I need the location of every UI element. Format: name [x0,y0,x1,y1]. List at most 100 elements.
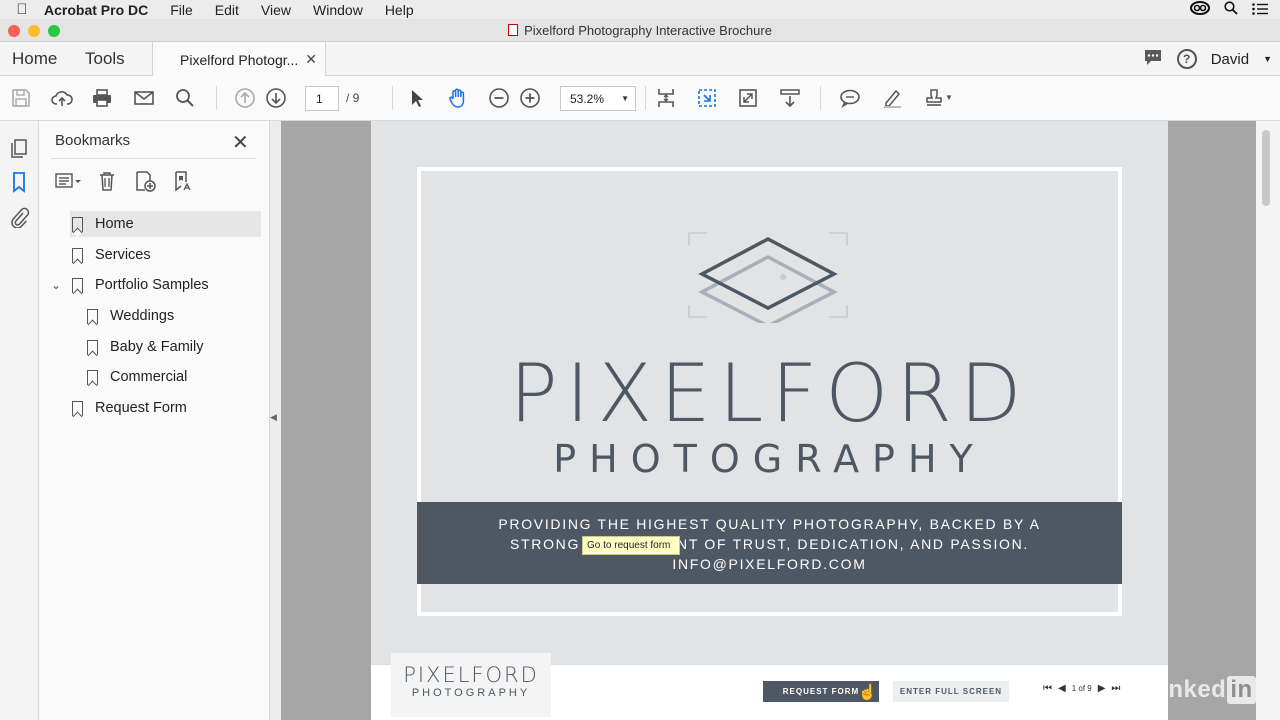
bookmark-label: Portfolio Samples [95,277,209,293]
new-bookmark-icon[interactable] [131,170,159,192]
main-toolbar: ▼ [0,76,1280,121]
last-page-icon[interactable]: ⏭ [1111,683,1120,694]
bookmarks-toolbar [55,170,197,192]
bookmark-label: Home [95,216,134,232]
tab-document[interactable]: Pixelford Photogr... ✕ [152,42,326,76]
watermark-in: in [1227,676,1256,704]
spotlight-search-icon[interactable] [1224,1,1238,18]
bookmark-label: Commercial [110,369,188,385]
menu-window[interactable]: Window [313,2,363,18]
close-panel-icon[interactable]: ✕ [232,130,249,155]
notification-center-icon[interactable] [1252,2,1268,18]
prev-page-icon[interactable]: ◀ [1058,683,1066,694]
footer-logo-name: PIXELFORD [403,663,539,687]
bookmark-label: Request Form [95,400,187,416]
zoom-level-select[interactable]: 53.2% ▼ [560,86,636,111]
bookmark-item[interactable]: Baby & Family [85,334,261,360]
bookmark-icon [87,308,98,324]
navigation-rail [0,121,39,720]
bookmark-icon [72,216,83,232]
tab-home[interactable]: Home [12,49,57,69]
fit-page-icon[interactable] [695,86,719,110]
bookmark-label: Weddings [110,308,175,324]
pdf-page: PIXELFORD PHOTOGRAPHY PROVIDING THE HIGH… [371,121,1168,720]
save-icon[interactable] [9,86,33,110]
zoom-value: 53.2% [570,92,605,106]
help-icon[interactable]: ? [1176,49,1197,69]
next-page-icon[interactable]: ▶ [1098,683,1106,694]
menu-view[interactable]: View [261,2,291,18]
linkedin-watermark: Linked in [1146,676,1256,704]
hand-tool-icon[interactable] [446,86,470,110]
hand-cursor-icon: ☝ [858,684,877,701]
tagline-banner: PROVIDING THE HIGHEST QUALITY PHOTOGRAPH… [417,502,1122,584]
enter-full-screen-button[interactable]: ENTER FULL SCREEN [893,681,1009,702]
email-icon[interactable] [132,86,156,110]
stamp-icon[interactable] [922,86,946,110]
next-page-icon[interactable] [264,86,288,110]
vertical-scrollbar[interactable] [1256,121,1280,720]
document-tab-label: Pixelford Photogr... [180,52,299,68]
full-screen-icon[interactable] [736,86,760,110]
bookmark-icon [72,277,83,293]
document-view[interactable]: PIXELFORD PHOTOGRAPHY PROVIDING THE HIGH… [281,121,1256,720]
tagline-line-1: PROVIDING THE HIGHEST QUALITY PHOTOGRAPH… [498,516,1041,532]
page-footer: PIXELFORD PHOTOGRAPHY REQUEST FORM ENTER… [371,653,1168,720]
page-total: / 9 [346,91,360,105]
bookmark-panel-icon[interactable] [8,171,30,193]
zoom-out-icon[interactable] [487,86,511,110]
page-number-input[interactable]: 1 [305,86,339,111]
user-menu[interactable]: David [1211,51,1249,68]
close-tab-icon[interactable]: ✕ [305,51,317,68]
collapse-panel-handle[interactable]: ◀ [270,412,277,423]
menu-file[interactable]: File [170,2,193,18]
bookmark-item[interactable]: Request Form [70,395,261,421]
stamp-dropdown-chevron-icon[interactable]: ▼ [945,93,953,102]
scroll-mode-icon[interactable] [654,86,678,110]
bookmark-item[interactable]: Portfolio Samples [70,272,261,298]
read-mode-icon[interactable] [778,86,802,110]
menu-help[interactable]: Help [385,2,414,18]
chevron-down-icon[interactable]: ▼ [1263,54,1272,64]
delete-bookmark-icon[interactable] [93,170,121,192]
bookmark-options-icon[interactable] [55,170,83,192]
search-icon[interactable] [173,86,197,110]
bookmark-properties-icon[interactable] [169,170,197,192]
menu-edit[interactable]: Edit [215,2,239,18]
menu-app-name[interactable]: Acrobat Pro DC [44,2,148,18]
tab-bar: Home Tools Pixelford Photogr... ✕ ? Davi… [0,42,1280,76]
tab-tools[interactable]: Tools [85,49,125,69]
zoom-in-icon[interactable] [518,86,542,110]
brand-name: PIXELFORD [509,347,1030,440]
tooltip: Go to request form [582,536,680,555]
upload-cloud-icon[interactable] [50,86,74,110]
select-tool-icon[interactable] [405,86,429,110]
previous-page-icon[interactable] [233,86,257,110]
chevron-down-icon[interactable]: ⌄ [51,278,61,292]
print-icon[interactable] [90,86,114,110]
attachments-paperclip-icon[interactable] [8,206,30,229]
highlight-pen-icon[interactable] [880,86,904,110]
chevron-down-icon: ▼ [621,94,629,103]
comment-icon[interactable] [838,86,862,110]
bookmark-icon [72,247,83,263]
pager-text: 1 of 9 [1071,684,1092,693]
contact-email[interactable]: INFO@PIXELFORD.COM [417,554,1122,574]
camera-logo-icon [688,232,848,323]
comment-feedback-icon[interactable] [1143,48,1163,70]
creative-cloud-icon[interactable] [1190,1,1210,18]
apple-icon[interactable]:  [0,1,44,18]
window-title: Pixelford Photography Interactive Brochu… [0,23,1280,38]
mac-menubar:  Acrobat Pro DC File Edit View Window H… [0,0,1280,19]
tagline-line-2: STRONG COMMITMENT OF TRUST, DEDICATION, … [509,536,1030,552]
bookmark-icon [87,339,98,355]
bookmark-item[interactable]: Commercial [85,364,261,390]
scrollbar-thumb[interactable] [1262,130,1270,206]
first-page-icon[interactable]: ⏮ [1043,683,1052,694]
bookmarks-panel-title: Bookmarks [55,132,131,149]
bookmark-label: Services [95,247,151,263]
bookmark-item[interactable]: Weddings [85,303,261,329]
page-thumbnails-icon[interactable] [8,137,30,159]
bookmark-item[interactable]: Services [70,242,261,268]
bookmark-item[interactable]: Home [70,211,261,237]
